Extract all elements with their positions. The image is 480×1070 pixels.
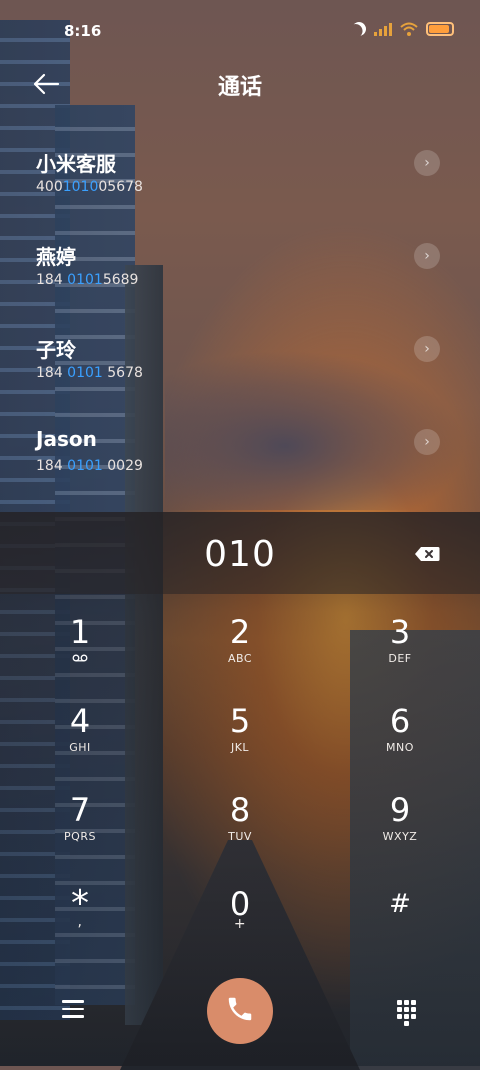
contact-number: 400101005678 (36, 179, 143, 195)
phone-icon (225, 994, 255, 1028)
contact-number: 184 01015689 (36, 272, 138, 288)
key-digit: 4 (69, 702, 91, 740)
key-letters: TUV (228, 830, 252, 843)
key-digit: 9 (389, 791, 411, 829)
key-7[interactable]: 7 PQRS (20, 792, 140, 872)
key-2[interactable]: 2 ABC (180, 614, 300, 694)
number-prefix: 184 (36, 458, 68, 474)
number-suffix: 05678 (98, 179, 143, 195)
key-digit: # (389, 889, 411, 919)
key-3[interactable]: 3 DEF (340, 614, 460, 694)
header: 通话 (0, 62, 480, 106)
chevron-right-icon[interactable]: › (414, 336, 440, 362)
key-letters: PQRS (64, 830, 96, 843)
status-icons (352, 22, 454, 36)
dialed-number[interactable]: 010 (0, 534, 480, 575)
key-letters: GHI (69, 741, 91, 754)
key-digit: 8 (229, 791, 251, 829)
number-match: 1010 (62, 179, 99, 195)
chevron-right-icon[interactable]: › (414, 429, 440, 455)
key-digit: 7 (69, 791, 91, 829)
contact-name: 小米客服 (36, 152, 116, 176)
key-0[interactable]: 0 + (180, 886, 300, 966)
key-digit: 6 (389, 702, 411, 740)
key-letters: WXYZ (382, 830, 418, 843)
dialpad-toggle-icon[interactable] (397, 1000, 417, 1026)
contact-name: 燕婷 (36, 245, 76, 269)
number-suffix: 0029 (102, 458, 143, 474)
number-suffix: 5678 (102, 365, 143, 381)
key-letters: MNO (386, 741, 414, 754)
key-4[interactable]: 4 GHI (20, 703, 140, 783)
key-1[interactable]: 1 (20, 614, 140, 694)
key-letters: ABC (227, 652, 253, 665)
number-match: 0101 (67, 365, 103, 381)
page-title: 通话 (217, 75, 262, 100)
contact-number: 184 0101 0029 (36, 458, 143, 474)
number-match: 0101 (67, 272, 103, 288)
menu-icon[interactable] (62, 1000, 84, 1018)
contact-name: 子玲 (36, 338, 76, 362)
chevron-right-icon[interactable]: › (414, 150, 440, 176)
key-digit: 1 (69, 613, 91, 651)
number-suffix: 5689 (102, 272, 139, 288)
battery-fill (429, 25, 450, 33)
status-time: 8:16 (64, 22, 102, 40)
key-9[interactable]: 9 WXYZ (340, 792, 460, 872)
chevron-right-icon[interactable]: › (414, 243, 440, 269)
status-bar: 8:16 (0, 0, 480, 62)
key-digit: 3 (389, 613, 411, 651)
key-star[interactable]: * , (20, 886, 140, 966)
key-digit: 5 (229, 702, 251, 740)
number-prefix: 400 (36, 179, 63, 195)
key-5[interactable]: 5 JKL (180, 703, 300, 783)
key-letters: + (233, 916, 247, 932)
number-prefix: 184 (36, 272, 68, 288)
number-prefix: 184 (36, 365, 68, 381)
contact-item[interactable]: 燕婷 184 01015689 › (0, 233, 480, 326)
contact-item[interactable]: 子玲 184 0101 5678 › (0, 326, 480, 419)
contact-name: Jason (36, 427, 97, 451)
backspace-icon[interactable] (414, 546, 440, 562)
number-match: 0101 (67, 458, 103, 474)
wifi-icon (400, 22, 418, 36)
key-8[interactable]: 8 TUV (180, 792, 300, 872)
call-button[interactable] (207, 978, 273, 1044)
key-letters: , (77, 914, 83, 930)
key-digit: 2 (229, 613, 251, 651)
signal-icon (374, 22, 392, 36)
contact-suggestions: 小米客服 400101005678 › 燕婷 184 01015689 › 子玲… (0, 140, 480, 512)
contact-item[interactable]: Jason 184 0101 0029 › (0, 419, 480, 512)
voicemail-icon (20, 652, 140, 665)
battery-icon (426, 22, 454, 36)
key-letters: DEF (388, 652, 412, 665)
key-letters: JKL (230, 741, 250, 754)
moon-icon (349, 19, 368, 38)
dial-entry: 010 (0, 512, 480, 594)
key-hash[interactable]: # (340, 886, 460, 966)
key-6[interactable]: 6 MNO (340, 703, 460, 783)
contact-number: 184 0101 5678 (36, 365, 143, 381)
contact-item[interactable]: 小米客服 400101005678 › (0, 140, 480, 233)
